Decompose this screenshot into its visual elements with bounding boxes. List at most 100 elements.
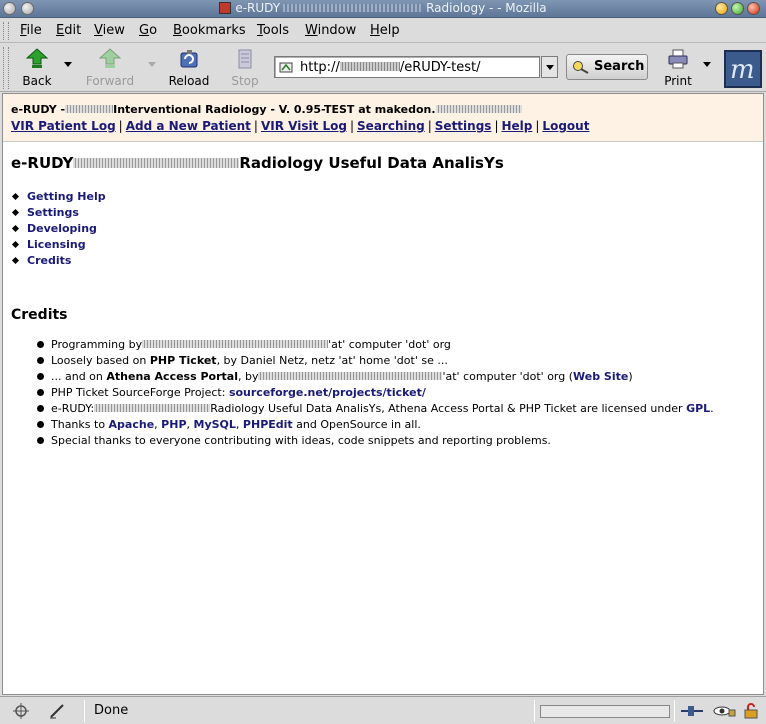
url-history-dropdown[interactable] — [541, 56, 558, 78]
credit-text: and OpenSource in all. — [296, 418, 421, 431]
title-bar[interactable]: e-RUDY Radiology - - Mozilla — [0, 0, 766, 18]
forward-history-dropdown[interactable] — [148, 62, 156, 67]
nav-logout[interactable]: Logout — [542, 119, 589, 133]
mysql-link[interactable]: MySQL — [194, 418, 236, 431]
status-bar: Done — [0, 696, 766, 724]
menu-view[interactable]: View — [94, 23, 125, 38]
page-title: e-RUDY Radiology Useful Data AnalisYs — [11, 154, 504, 172]
status-divider — [84, 700, 85, 722]
credit-text: , by Daniel Netz, netz 'at' home 'dot' s… — [216, 354, 448, 367]
mozilla-throbber[interactable]: m — [724, 50, 762, 88]
list-item: ... and on Athena Access Portal, by 'at' … — [37, 370, 714, 386]
credit-text: ... and on — [51, 370, 103, 383]
print-label: Print — [664, 74, 692, 88]
app-header: e-RUDY - Interventional Radiology - V. 0.… — [3, 94, 763, 142]
forward-label: Forward — [85, 74, 135, 88]
reload-button[interactable]: Reload — [164, 48, 214, 88]
security-lock-icon[interactable] — [742, 702, 760, 720]
redacted-text — [94, 404, 211, 412]
list-item: PHP Ticket SourceForge Project: sourcefo… — [37, 386, 714, 402]
back-label: Back — [22, 74, 52, 88]
credit-text: Special thanks to everyone contributing … — [51, 434, 551, 447]
maximize-button[interactable] — [731, 2, 744, 15]
toc-licensing[interactable]: Licensing — [11, 238, 106, 254]
search-button[interactable]: Search — [566, 54, 648, 80]
credit-text: PHP Ticket SourceForge Project: — [51, 386, 226, 399]
navigator-icon[interactable] — [12, 702, 30, 720]
web-site-link[interactable]: Web Site — [573, 370, 628, 383]
print-options-dropdown[interactable] — [703, 62, 711, 67]
toolbar-grip[interactable] — [3, 47, 9, 89]
menu-file[interactable]: File — [20, 23, 42, 38]
credit-text: , by — [237, 370, 259, 383]
nav-vir-visit-log[interactable]: VIR Visit Log — [261, 119, 347, 133]
page-title-suffix: Radiology Useful Data AnalisYs — [239, 154, 504, 172]
online-connection-icon[interactable] — [680, 702, 704, 720]
nav-searching[interactable]: Searching — [357, 119, 425, 133]
status-divider — [674, 700, 675, 722]
redacted-text — [283, 4, 424, 12]
credit-text: 'at' computer 'dot' org ( — [442, 370, 574, 383]
redacted-text — [258, 372, 443, 380]
credit-text: . — [710, 402, 714, 415]
list-item: Programming by 'at' computer 'dot' org — [37, 338, 714, 354]
menu-go[interactable]: Go — [139, 23, 157, 38]
search-icon — [573, 61, 589, 74]
cookie-eye-icon[interactable] — [712, 702, 736, 720]
toc-getting-help[interactable]: Getting Help — [11, 190, 106, 206]
toc-credits[interactable]: Credits — [11, 254, 106, 270]
stop-button[interactable]: Stop — [226, 48, 264, 88]
toc-developing[interactable]: Developing — [11, 222, 106, 238]
gpl-link[interactable]: GPL — [686, 402, 710, 415]
sourceforge-link[interactable]: sourceforge.net/projects/ticket/ — [229, 386, 426, 399]
credit-text: 'at' computer 'dot' org — [328, 338, 451, 351]
redacted-text — [435, 105, 522, 113]
php-link[interactable]: PHP — [161, 418, 186, 431]
back-history-dropdown[interactable] — [64, 62, 72, 67]
composer-pen-icon[interactable] — [48, 702, 66, 720]
browser-window: e-RUDY Radiology - - Mozilla File Edit Vi… — [0, 0, 766, 724]
progress-meter — [540, 705, 670, 718]
nav-help[interactable]: Help — [501, 119, 532, 133]
reload-label: Reload — [168, 74, 210, 88]
list-item: Thanks to Apache, PHP, MySQL, PHPEdit an… — [37, 418, 714, 434]
credit-emphasis: PHP Ticket — [149, 354, 217, 367]
forward-arrow-icon — [99, 48, 121, 68]
credit-text: Thanks to — [51, 418, 106, 431]
menu-edit[interactable]: Edit — [56, 23, 81, 38]
nav-vir-patient-log[interactable]: VIR Patient Log — [11, 119, 116, 133]
credits-heading: Credits — [11, 307, 68, 323]
toolbar-grip[interactable] — [3, 22, 9, 40]
credits-list: Programming by 'at' computer 'dot' org Lo… — [37, 338, 714, 450]
nav-add-new-patient[interactable]: Add a New Patient — [126, 119, 251, 133]
print-button[interactable]: Print — [660, 48, 696, 88]
menu-help[interactable]: Help — [370, 23, 400, 38]
nav-settings[interactable]: Settings — [435, 119, 492, 133]
forward-button[interactable]: Forward — [80, 48, 140, 88]
menu-window[interactable]: Window — [305, 23, 356, 38]
page-content: e-RUDY - Interventional Radiology - V. 0.… — [2, 93, 764, 695]
app-header-title: e-RUDY - Interventional Radiology - V. 0.… — [11, 103, 522, 116]
phpedit-link[interactable]: PHPEdit — [243, 418, 293, 431]
close-button[interactable] — [747, 2, 760, 15]
credit-text: Radiology Useful Data AnalisYs, Athena A… — [210, 402, 683, 415]
list-item: Loosely based on PHP Ticket, by Daniel N… — [37, 354, 714, 370]
window-title: e-RUDY Radiology - - Mozilla — [0, 1, 766, 15]
minimize-button[interactable] — [715, 2, 728, 15]
credit-text: Programming by — [51, 338, 143, 351]
menu-tools[interactable]: Tools — [257, 23, 289, 38]
toc-list: Getting Help Settings Developing Licensi… — [11, 190, 106, 270]
stop-icon — [238, 49, 252, 69]
printer-icon — [668, 49, 688, 69]
redacted-text — [142, 340, 329, 348]
navigation-toolbar: Back Forward Reload Stop http:// /eRUDY-… — [0, 44, 766, 92]
apache-link[interactable]: Apache — [109, 418, 155, 431]
menu-bar: File Edit View Go Bookmarks Tools Window… — [0, 19, 766, 43]
back-arrow-icon — [26, 48, 48, 68]
toc-settings[interactable]: Settings — [11, 206, 106, 222]
back-button[interactable]: Back — [16, 48, 58, 88]
status-divider — [534, 700, 535, 722]
app-icon — [219, 2, 232, 14]
menu-bookmarks[interactable]: Bookmarks — [173, 23, 246, 38]
url-field[interactable]: http:// /eRUDY-test/ — [274, 56, 540, 78]
